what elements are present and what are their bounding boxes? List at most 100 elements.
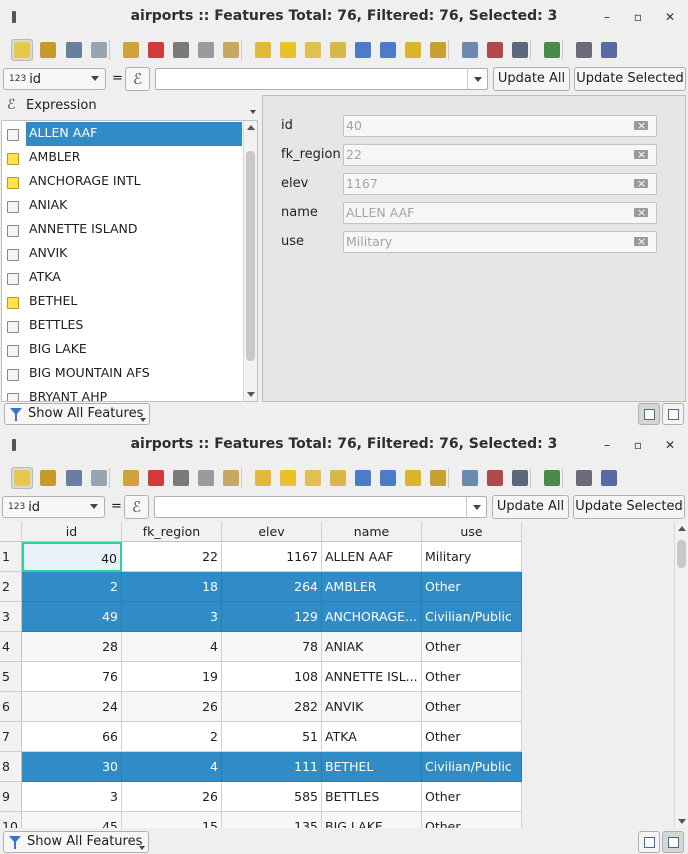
table-cell-id[interactable]: 49 [22,602,122,632]
dock-button[interactable] [573,467,595,489]
row-header[interactable]: 5 [0,662,22,692]
clear-icon[interactable] [634,203,648,223]
row-header[interactable]: 4 [0,632,22,662]
deselect-all-button[interactable] [327,39,349,61]
selection-checkbox[interactable] [7,177,19,189]
display-expression-selector[interactable]: ℰ Expression [4,96,258,118]
show-all-features-button[interactable]: Show All Features [3,831,149,853]
row-header[interactable]: 3 [0,602,22,632]
selection-checkbox[interactable] [7,369,19,381]
table-cell-elev[interactable]: 78 [222,632,322,662]
table-cell-name[interactable]: BIG LAKE [322,812,422,828]
expression-builder-button[interactable]: ℰ [125,67,150,91]
row-header[interactable]: 10 [0,812,22,828]
scroll-down-arrow-icon[interactable] [247,392,255,397]
table-cell-fk_region[interactable]: 19 [122,662,222,692]
selection-checkbox[interactable] [7,201,19,213]
table-cell-id[interactable]: 28 [22,632,122,662]
toggle-editing-button[interactable] [11,39,33,61]
selection-checkbox[interactable] [7,273,19,285]
table-scrollbar[interactable] [674,522,688,828]
minimize-button[interactable]: – [599,9,615,25]
form-view-button[interactable] [638,403,660,425]
selection-checkbox[interactable] [7,249,19,261]
new-field-button[interactable] [459,467,481,489]
table-cell-id[interactable]: 24 [22,692,122,722]
table-cell-name[interactable]: ANVIK [322,692,422,722]
table-view-button[interactable] [662,403,684,425]
close-button[interactable]: ✕ [662,437,678,453]
feature-list-item[interactable]: BETHEL [2,290,242,314]
table-cell-elev[interactable]: 585 [222,782,322,812]
filter-select-button[interactable] [352,467,374,489]
copy-button[interactable] [195,467,217,489]
form-field-input-use[interactable]: Military [343,231,657,253]
reload-button[interactable] [88,39,110,61]
feature-list-item[interactable]: ANVIK [2,242,242,266]
cut-button[interactable] [170,39,192,61]
column-header-elev[interactable]: elev [222,522,322,542]
table-corner[interactable] [0,522,22,542]
table-cell-use[interactable]: Civilian/Public [422,752,522,782]
actions-button[interactable] [598,467,620,489]
row-header[interactable]: 2 [0,572,22,602]
field-calculator-button[interactable] [509,39,531,61]
selection-checkbox[interactable] [7,129,19,141]
delete-feature-button[interactable] [145,467,167,489]
expression-input[interactable] [154,496,487,518]
table-cell-name[interactable]: ANCHORAGE... [322,602,422,632]
save-edits-button[interactable] [37,467,59,489]
feature-list-item[interactable]: BIG LAKE [2,338,242,362]
pan-to-selection-button[interactable] [402,39,424,61]
update-selected-button[interactable]: Update Selected [573,495,685,519]
table-cell-name[interactable]: BETHEL [322,752,422,782]
selection-checkbox[interactable] [7,297,19,309]
table-cell-elev[interactable]: 135 [222,812,322,828]
update-all-button[interactable]: Update All [493,67,570,91]
cut-button[interactable] [170,467,192,489]
row-header[interactable]: 8 [0,752,22,782]
table-cell-use[interactable]: Other [422,572,522,602]
add-feature-button[interactable] [120,467,142,489]
row-header[interactable]: 9 [0,782,22,812]
copy-button[interactable] [195,39,217,61]
chevron-down-icon[interactable] [466,497,486,517]
table-cell-use[interactable]: Other [422,632,522,662]
feature-list-item[interactable]: BIG MOUNTAIN AFS [2,362,242,386]
selection-checkbox[interactable] [7,345,19,357]
table-cell-id[interactable]: 66 [22,722,122,752]
table-cell-elev[interactable]: 282 [222,692,322,722]
feature-list-item[interactable]: ANCHORAGE INTL [2,170,242,194]
table-cell-use[interactable]: Other [422,812,522,828]
form-field-input-id[interactable]: 40 [343,115,657,137]
conditional-formatting-button[interactable] [541,467,563,489]
table-cell-elev[interactable]: 108 [222,662,322,692]
table-cell-id[interactable]: 3 [22,782,122,812]
save-edits-button[interactable] [37,39,59,61]
table-cell-use[interactable]: Other [422,782,522,812]
table-cell-elev[interactable]: 51 [222,722,322,752]
actions-button[interactable] [598,39,620,61]
feature-list[interactable]: ALLEN AAF AMBLER ANCHORAGE INTL ANIAK ANNETT… [1,120,258,402]
feature-list-item[interactable]: ALLEN AAF [2,122,242,146]
table-cell-use[interactable]: Other [422,662,522,692]
maximize-button[interactable]: ▫ [630,9,646,25]
close-button[interactable]: ✕ [662,9,678,25]
clear-icon[interactable] [634,174,648,194]
add-feature-button[interactable] [120,39,142,61]
table-cell-name[interactable]: AMBLER [322,572,422,602]
table-cell-use[interactable]: Other [422,722,522,752]
selection-checkbox[interactable] [7,321,19,333]
filter-select-button[interactable] [352,39,374,61]
column-header-fk_region[interactable]: fk_region [122,522,222,542]
invert-selection-button[interactable] [302,39,324,61]
scroll-up-arrow-icon[interactable] [247,125,255,130]
column-header-id[interactable]: id [22,522,122,542]
column-header-use[interactable]: use [422,522,522,542]
selection-checkbox[interactable] [7,393,19,401]
scroll-up-arrow-icon[interactable] [678,526,686,531]
table-cell-fk_region[interactable]: 18 [122,572,222,602]
table-cell-use[interactable]: Military [422,542,522,572]
select-all-button[interactable] [277,467,299,489]
feature-list-item[interactable]: AMBLER [2,146,242,170]
